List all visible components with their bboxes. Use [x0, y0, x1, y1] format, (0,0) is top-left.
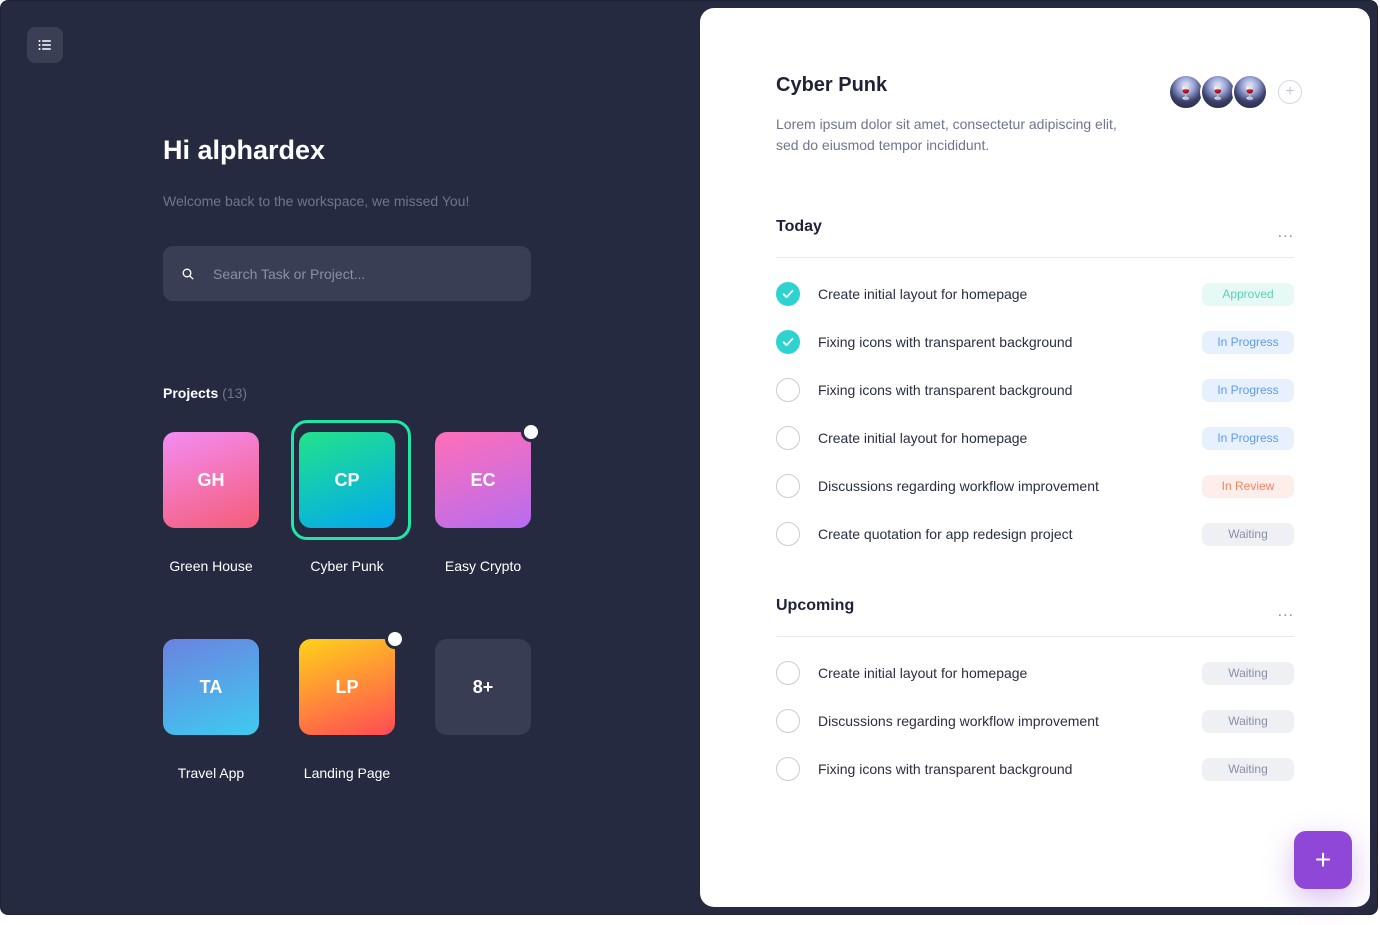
- today-task-list: Create initial layout for homepage Approv…: [776, 270, 1294, 558]
- task-label: Create initial layout for homepage: [818, 430, 1028, 446]
- project-card[interactable]: EC Easy Crypto: [413, 422, 553, 574]
- task-row[interactable]: Create quotation for app redesign projec…: [776, 510, 1294, 558]
- unchecked-checkbox[interactable]: [776, 522, 800, 546]
- status-badge: Waiting: [1202, 757, 1294, 781]
- task-row[interactable]: Fixing icons with transparent background…: [776, 318, 1294, 366]
- unchecked-checkbox[interactable]: [776, 709, 800, 733]
- upcoming-header: Upcoming ...: [776, 597, 1294, 637]
- status-badge: In Progress: [1202, 426, 1294, 450]
- unchecked-checkbox[interactable]: [776, 757, 800, 781]
- project-name[interactable]: Easy Crypto: [413, 558, 553, 574]
- more-options-icon[interactable]: ...: [1278, 603, 1294, 621]
- status-badge: Waiting: [1202, 522, 1294, 546]
- greeting-title: Hi alphardex: [163, 135, 326, 165]
- task-row[interactable]: Create initial layout for homepage Approv…: [776, 270, 1294, 318]
- status-badge: In Review: [1202, 474, 1294, 498]
- project-initials: TA: [199, 676, 223, 697]
- plus-circle-icon[interactable]: +: [1278, 80, 1302, 104]
- project-name[interactable]: Landing Page: [277, 765, 417, 781]
- task-row[interactable]: Create initial layout for homepage In Pro…: [776, 414, 1294, 462]
- list-icon: [38, 40, 51, 50]
- task-label: Discussions regarding workflow improveme…: [818, 713, 1099, 729]
- project-initials: EC: [470, 469, 496, 490]
- search-box[interactable]: [163, 246, 531, 301]
- task-label: Discussions regarding workflow improveme…: [818, 478, 1099, 494]
- notification-dot: [521, 422, 541, 442]
- unchecked-checkbox[interactable]: [776, 426, 800, 450]
- checkmark-icon: [782, 289, 794, 299]
- project-initials: LP: [335, 676, 359, 697]
- task-row[interactable]: Fixing icons with transparent background…: [776, 366, 1294, 414]
- project-name[interactable]: Cyber Punk: [277, 558, 417, 574]
- project-title: Cyber Punk: [776, 74, 888, 96]
- project-name[interactable]: Travel App: [141, 765, 281, 781]
- project-initials: GH: [197, 469, 225, 490]
- task-row[interactable]: Discussions regarding workflow improveme…: [776, 697, 1294, 745]
- project-initials: CP: [334, 469, 360, 490]
- project-description: Lorem ipsum dolor sit amet, consectetur …: [776, 116, 1117, 153]
- projects-label: Projects: [163, 385, 219, 401]
- upcoming-task-list: Create initial layout for homepage Waitin…: [776, 649, 1294, 793]
- today-section: Today ... Create initial layout for home…: [776, 218, 1294, 558]
- project-card[interactable]: GH Green House: [141, 432, 281, 574]
- project-tile[interactable]: LP: [299, 629, 405, 735]
- more-options-icon[interactable]: ...: [1278, 224, 1294, 242]
- project-detail-panel: Cyber Punk Lorem ipsum dolor sit amet, c…: [700, 8, 1370, 907]
- task-label: Create quotation for app redesign projec…: [818, 526, 1073, 542]
- status-badge: In Progress: [1202, 330, 1294, 354]
- task-label: Fixing icons with transparent background: [818, 761, 1073, 777]
- avatar[interactable]: 🍷: [1232, 74, 1268, 110]
- status-badge: Approved: [1202, 282, 1294, 306]
- project-tile[interactable]: CP: [299, 432, 395, 528]
- project-card[interactable]: LP Landing Page: [277, 629, 417, 781]
- avatar[interactable]: 🍷: [1168, 74, 1204, 110]
- upcoming-title: Upcoming: [776, 597, 855, 614]
- project-tile[interactable]: TA: [163, 639, 259, 735]
- project-tile[interactable]: GH: [163, 432, 259, 528]
- task-label: Fixing icons with transparent background: [818, 382, 1073, 398]
- unchecked-checkbox[interactable]: [776, 378, 800, 402]
- checked-checkbox[interactable]: [776, 282, 800, 306]
- project-initials: 8+: [472, 676, 494, 697]
- task-label: Create initial layout for homepage: [818, 286, 1028, 302]
- project-card[interactable]: CP Cyber Punk: [277, 420, 417, 574]
- today-header: Today ...: [776, 218, 1294, 258]
- welcome-subtitle: Welcome back to the workspace, we missed…: [163, 193, 470, 209]
- notification-dot: [385, 629, 405, 649]
- checked-checkbox[interactable]: [776, 330, 800, 354]
- add-task-button[interactable]: +: [1294, 831, 1352, 889]
- avatar[interactable]: 🍷: [1200, 74, 1236, 110]
- project-card[interactable]: TA Travel App: [141, 639, 281, 781]
- project-tile[interactable]: EC: [435, 422, 541, 528]
- project-tile[interactable]: 8+: [435, 639, 531, 735]
- status-badge: In Progress: [1202, 378, 1294, 402]
- status-badge: Waiting: [1202, 661, 1294, 685]
- projects-count: (13): [222, 385, 248, 401]
- unchecked-checkbox[interactable]: [776, 661, 800, 685]
- plus-icon: +: [1314, 844, 1332, 875]
- member-avatars: 🍷 🍷 🍷 +: [1168, 74, 1302, 110]
- projects-heading: Projects (13): [163, 385, 247, 401]
- task-row[interactable]: Discussions regarding workflow improveme…: [776, 462, 1294, 510]
- checkmark-icon: [782, 337, 794, 347]
- search-input[interactable]: [213, 265, 513, 282]
- task-row[interactable]: Create initial layout for homepage Waitin…: [776, 649, 1294, 697]
- unchecked-checkbox[interactable]: [776, 474, 800, 498]
- project-name[interactable]: Green House: [141, 558, 281, 574]
- task-label: Create initial layout for homepage: [818, 665, 1028, 681]
- upcoming-section: Upcoming ... Create initial layout for h…: [776, 597, 1294, 793]
- search-icon: [182, 268, 194, 279]
- menu-button[interactable]: [27, 27, 63, 63]
- status-badge: Waiting: [1202, 709, 1294, 733]
- task-label: Fixing icons with transparent background: [818, 334, 1073, 350]
- task-row[interactable]: Fixing icons with transparent background…: [776, 745, 1294, 793]
- today-title: Today: [776, 218, 822, 235]
- project-card[interactable]: 8+: [413, 639, 553, 735]
